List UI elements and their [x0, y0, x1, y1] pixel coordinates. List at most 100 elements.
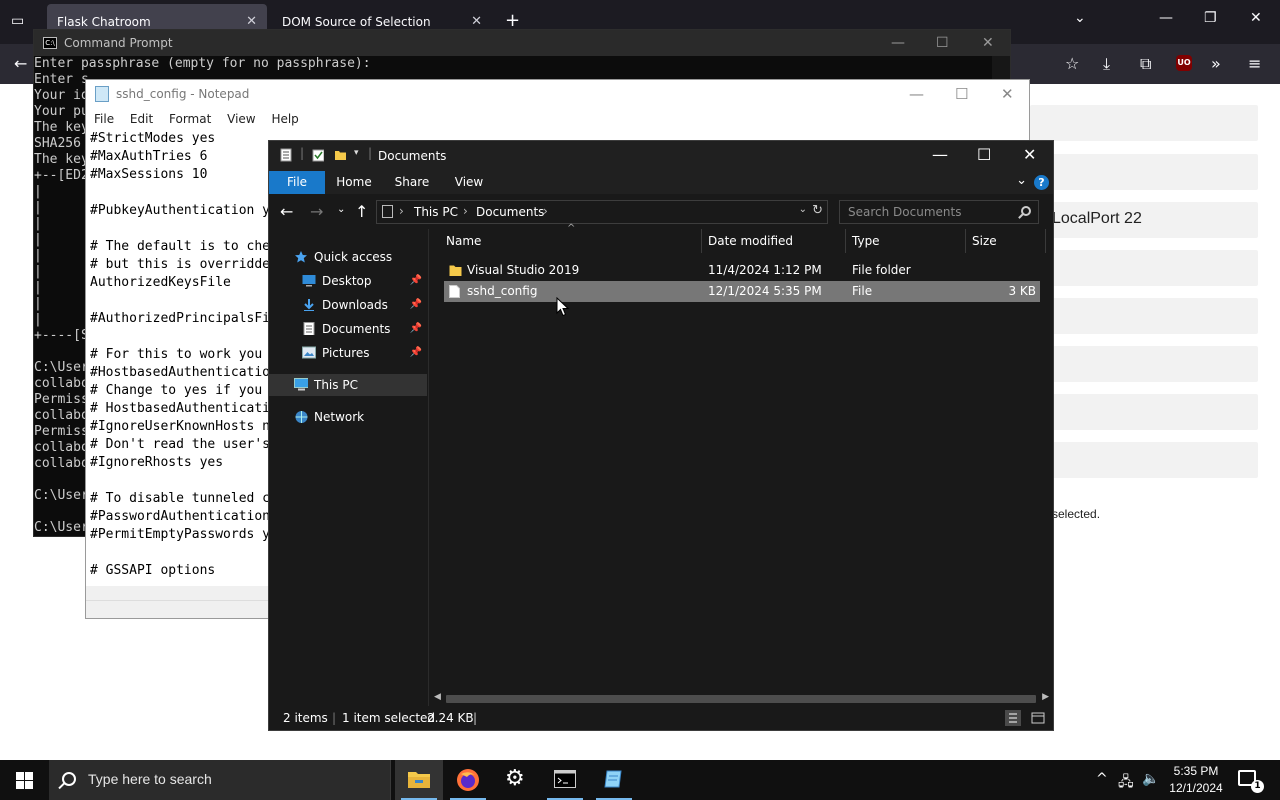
nav-item-downloads[interactable]: Downloads 📌 [269, 294, 427, 316]
address-dropdown-chevron-icon[interactable]: ⌄ [799, 204, 807, 215]
customize-toolbar-chevron-icon[interactable]: ▾ [354, 148, 359, 158]
nav-item-pictures[interactable]: Pictures 📌 [269, 342, 427, 364]
ribbon-tab-file[interactable]: File [269, 171, 325, 194]
ribbon-tab-share[interactable]: Share [384, 171, 440, 194]
network-status-icon[interactable]: 🖧 [1118, 771, 1134, 795]
details-view-icon[interactable] [1005, 710, 1021, 726]
nav-item-network[interactable]: Network [269, 406, 427, 428]
nav-item-documents[interactable]: Documents 📌 [269, 318, 427, 340]
menu-help[interactable]: Help [271, 112, 298, 126]
terminal-icon [554, 770, 576, 788]
forward-arrow-icon[interactable]: → [310, 202, 323, 221]
back-arrow-icon[interactable]: ← [14, 54, 27, 73]
file-list-horizontal-scrollbar[interactable]: ◀ ▶ [430, 691, 1053, 707]
file-explorer-icon [408, 772, 430, 788]
scroll-right-arrow-icon[interactable]: ▶ [1042, 692, 1049, 702]
notepad-title: sshd_config - Notepad [116, 87, 250, 101]
nav-item-desktop[interactable]: Desktop 📌 [269, 270, 427, 292]
breadcrumb-this-pc[interactable]: This PC [414, 205, 458, 219]
ublock-icon[interactable]: UO [1176, 55, 1192, 71]
pin-icon: 📌 [409, 275, 422, 286]
document-icon [280, 148, 292, 162]
pin-icon: 📌 [409, 347, 422, 358]
cmd-line: Enter passphrase (empty for no passphras… [34, 56, 371, 71]
scrollbar-thumb[interactable] [446, 695, 1036, 703]
notification-count-badge: 1 [1251, 780, 1264, 793]
close-icon[interactable]: ✕ [1023, 145, 1036, 164]
mouse-cursor-icon [556, 297, 570, 317]
restore-icon[interactable]: ❐ [1204, 10, 1217, 26]
windows-logo-icon [16, 772, 24, 780]
gear-icon: ⚙ [505, 766, 525, 791]
bookmark-star-icon[interactable]: ☆ [1065, 54, 1079, 73]
column-header-size[interactable]: Size [966, 229, 1046, 253]
explorer-title-bar[interactable]: | ▾ | Documents — ☐ ✕ [269, 141, 1053, 171]
taskbar-app-firefox[interactable] [444, 760, 492, 800]
menu-format[interactable]: Format [169, 112, 211, 126]
taskbar-app-file-explorer[interactable] [395, 760, 443, 800]
new-folder-icon[interactable] [334, 148, 346, 162]
close-icon[interactable]: ✕ [982, 30, 994, 56]
recent-locations-chevron-icon[interactable]: ⌄ [337, 204, 345, 215]
nav-item-quick-access[interactable]: Quick access [269, 246, 427, 268]
cmd-title-bar[interactable]: C:\ Command Prompt — ☐ ✕ [34, 30, 1010, 56]
separator: | [332, 711, 337, 725]
refresh-icon[interactable]: ↻ [812, 203, 823, 218]
volume-muted-icon[interactable]: 🔈 [1142, 771, 1159, 787]
menu-view[interactable]: View [227, 112, 255, 126]
search-input[interactable] [840, 201, 1016, 223]
start-button[interactable] [0, 760, 48, 800]
column-header-date-modified[interactable]: Date modified [702, 229, 846, 253]
system-clock[interactable]: 5:35 PM 12/1/2024 [1161, 763, 1231, 797]
file-row-sshd-config[interactable]: sshd_config 12/1/2024 5:35 PM File 3 KB [444, 281, 1040, 302]
up-arrow-icon[interactable]: ↑ [355, 202, 368, 221]
tab-overflow-chevron-icon[interactable]: ⌄ [1074, 10, 1086, 26]
search-box[interactable] [839, 200, 1039, 224]
menu-edit[interactable]: Edit [130, 112, 153, 126]
large-icons-view-icon[interactable] [1030, 710, 1046, 726]
computer-icon [294, 378, 308, 391]
minimize-icon[interactable]: — [1159, 10, 1173, 26]
close-icon[interactable]: ✕ [1001, 80, 1014, 108]
show-hidden-icons-chevron-icon[interactable]: ^ [1096, 771, 1108, 787]
menu-icon[interactable]: ≡ [1248, 54, 1261, 73]
minimize-icon[interactable]: — [891, 30, 905, 56]
notepad-title-bar[interactable]: sshd_config - Notepad — ☐ ✕ [86, 80, 1029, 108]
search-icon[interactable] [1021, 206, 1031, 216]
help-icon[interactable]: ? [1034, 175, 1049, 190]
back-arrow-icon[interactable]: ← [280, 202, 293, 221]
windows-logo-icon [25, 772, 33, 780]
menu-file[interactable]: File [94, 112, 114, 126]
column-header-type[interactable]: Type [846, 229, 966, 253]
taskbar-app-settings[interactable]: ⚙ [493, 760, 541, 800]
taskbar-search-box[interactable]: Type here to search [49, 760, 391, 800]
downloads-icon[interactable]: ⤓ [1103, 54, 1110, 74]
page-row [1030, 154, 1258, 190]
address-bar[interactable]: › This PC › Documents › ⌄ ↻ [376, 200, 828, 224]
ribbon-tab-home[interactable]: Home [326, 171, 382, 194]
file-row-visual-studio-2019[interactable]: Visual Studio 2019 11/4/2024 1:12 PM Fil… [444, 260, 1040, 281]
desktop-icon [302, 275, 316, 287]
ribbon-tab-view[interactable]: View [441, 171, 497, 194]
column-header-name[interactable]: Name [440, 229, 702, 253]
scroll-left-arrow-icon[interactable]: ◀ [434, 692, 441, 702]
close-icon[interactable]: ✕ [1250, 10, 1262, 26]
star-icon [295, 251, 307, 263]
minimize-icon[interactable]: — [932, 145, 948, 164]
maximize-icon[interactable]: ☐ [936, 30, 949, 56]
file-explorer-window[interactable]: | ▾ | Documents — ☐ ✕ File Home Share Vi… [268, 140, 1054, 731]
expand-ribbon-chevron-icon[interactable]: ⌄ [1016, 173, 1027, 188]
maximize-icon[interactable]: ☐ [977, 145, 991, 164]
minimize-icon[interactable]: — [909, 80, 924, 108]
taskbar-app-notepad[interactable] [590, 760, 638, 800]
tab-list-icon[interactable]: ▭ [11, 13, 24, 29]
breadcrumb-documents[interactable]: Documents [476, 205, 544, 219]
properties-icon[interactable] [312, 148, 324, 162]
taskbar-app-command-prompt[interactable] [541, 760, 589, 800]
extensions-icon[interactable]: ⧉ [1140, 54, 1151, 74]
more-tools-icon[interactable]: » [1211, 54, 1221, 73]
nav-item-this-pc[interactable]: This PC [269, 374, 427, 396]
new-tab-icon[interactable]: + [505, 10, 520, 31]
maximize-icon[interactable]: ☐ [955, 80, 968, 108]
status-selected-count: 1 item selected [342, 711, 436, 725]
